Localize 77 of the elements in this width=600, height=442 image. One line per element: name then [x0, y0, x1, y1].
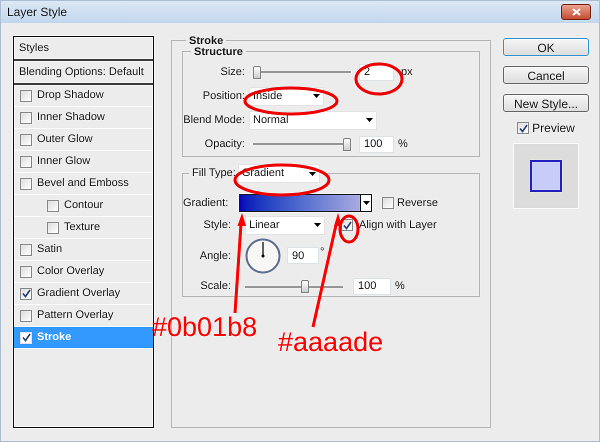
style-item[interactable]: Texture [14, 217, 153, 239]
dropdown-button[interactable] [361, 194, 372, 212]
slider-thumb[interactable] [343, 138, 351, 150]
blend-mode-select[interactable]: Normal [249, 110, 377, 130]
field-label: Opacity: [204, 136, 246, 152]
dropdown-arrow-icon [314, 223, 321, 228]
style-label: Texture [64, 220, 100, 236]
fill-type-label: Fill Type: [192, 166, 236, 182]
style-label: Stroke [37, 330, 72, 346]
annotation-text: #aaaade [278, 329, 384, 356]
field-label: Style: [202, 218, 232, 234]
unit-label: ° [320, 244, 324, 260]
dialog-button[interactable]: Cancel [503, 66, 589, 84]
scale-field[interactable]: 100 [353, 278, 391, 295]
style-item[interactable]: Outer Glow [14, 129, 153, 151]
checkbox[interactable] [382, 197, 394, 210]
unit-label: % [398, 136, 408, 152]
checkbox[interactable] [47, 200, 59, 212]
style-label: Bevel and Emboss [37, 176, 129, 192]
window-title: Layer Style [7, 4, 68, 21]
checkbox[interactable] [20, 288, 32, 300]
checkbox[interactable] [20, 178, 32, 190]
field-label: Position: [202, 88, 246, 104]
style-label: Color Overlay [37, 264, 104, 280]
field-label: Gradient: [183, 197, 230, 210]
checkbox[interactable] [20, 112, 32, 124]
style-label: Inner Shadow [37, 110, 105, 126]
field-label: Scale: [199, 279, 232, 294]
style-label: Pattern Overlay [37, 308, 114, 324]
style-item[interactable]: Color Overlay [14, 261, 153, 283]
style-item[interactable]: Inner Shadow [14, 107, 153, 129]
style-label: Contour [64, 198, 104, 214]
checkbox[interactable] [47, 222, 59, 234]
close-icon [572, 8, 580, 16]
checkbox[interactable] [20, 244, 32, 256]
style-label: Gradient Overlay [37, 286, 120, 302]
slider-thumb[interactable] [300, 280, 309, 293]
checkbox[interactable] [20, 310, 32, 322]
style-label: Inner Glow [37, 154, 90, 170]
dialog-button[interactable]: OK [503, 38, 589, 56]
checkbox[interactable] [20, 266, 32, 278]
style-item[interactable]: Inner Glow [14, 151, 153, 173]
checkbox[interactable] [20, 90, 32, 102]
checkbox[interactable] [20, 156, 32, 168]
checkbox[interactable] [20, 134, 32, 146]
style-item[interactable]: Contour [14, 195, 153, 217]
style-item[interactable]: Gradient Overlay [14, 283, 153, 305]
style-item[interactable]: Drop Shadow [14, 85, 153, 107]
style-label: Satin [37, 242, 62, 258]
slider-thumb[interactable] [253, 66, 261, 78]
reverse-label: Reverse [397, 196, 438, 212]
dropdown-arrow-icon [366, 118, 373, 122]
gradient-swatch[interactable] [239, 194, 361, 212]
align-label: Align with Layer [359, 218, 437, 234]
dropdown-arrow-icon [362, 201, 370, 206]
style-label: Outer Glow [37, 132, 93, 148]
styles-header[interactable]: Styles [14, 37, 153, 61]
annotation-ellipse [338, 214, 360, 244]
field-label: Angle: [198, 248, 232, 264]
style-item[interactable]: Satin [14, 239, 153, 261]
angle-dial[interactable] [245, 238, 281, 274]
preview-swatch [530, 160, 562, 192]
checkbox[interactable] [517, 122, 530, 134]
dropdown-arrow-icon [308, 172, 316, 176]
unit-label: % [395, 279, 405, 294]
blending-options[interactable]: Blending Options: Default [14, 61, 153, 85]
dropdown-arrow-icon [313, 94, 320, 98]
preview-label: Preview [532, 120, 575, 137]
style-item[interactable]: Bevel and Emboss [14, 173, 153, 195]
style-label: Drop Shadow [37, 88, 104, 104]
angle-field[interactable]: 90 [287, 247, 319, 264]
field-label: Size: [220, 64, 246, 80]
opacity-field[interactable]: 100 [359, 136, 394, 152]
field-label: Blend Mode: [183, 112, 246, 128]
style-select[interactable]: Linear [245, 216, 325, 235]
dialog-button[interactable]: New Style... [503, 94, 589, 112]
close-button[interactable] [561, 4, 591, 20]
